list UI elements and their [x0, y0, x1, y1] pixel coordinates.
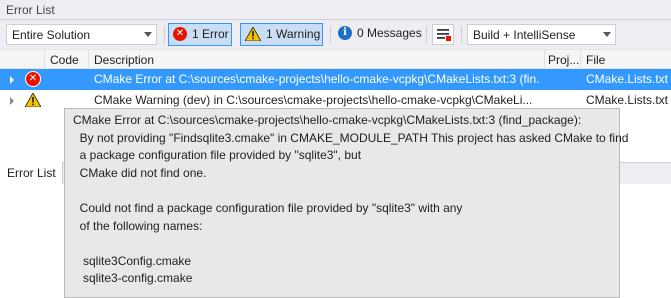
info-icon: i	[338, 26, 352, 40]
warning-icon	[24, 92, 42, 108]
error-icon: ✕	[173, 27, 187, 41]
row-description: CMake Warning (dev) in C:\sources\cmake-…	[94, 93, 533, 107]
description-tooltip: CMake Error at C:\sources\cmake-projects…	[64, 108, 629, 298]
row-severity	[24, 92, 42, 110]
chevron-down-icon	[603, 32, 611, 37]
tooltip-line: of the following names:	[73, 218, 203, 233]
column-header-project[interactable]: Proj...	[548, 53, 579, 67]
tooltip-line: Could not find a package configuration f…	[73, 200, 463, 215]
tooltip-line	[73, 182, 613, 200]
expand-arrow-icon[interactable]	[10, 97, 14, 105]
error-icon: ✕	[25, 71, 41, 87]
column-divider[interactable]	[44, 50, 45, 69]
scope-dropdown[interactable]: Entire Solution	[6, 24, 157, 45]
errors-filter-label: 1 Error	[192, 27, 229, 41]
column-header-code[interactable]: Code	[50, 53, 79, 67]
errors-filter-button[interactable]: ✕ 1 Error	[168, 23, 232, 46]
column-divider[interactable]	[544, 50, 545, 69]
expand-arrow-icon[interactable]	[10, 76, 14, 84]
table-row[interactable]: ✕ CMake Error at C:\sources\cmake-projec…	[0, 69, 671, 90]
warnings-filter-button[interactable]: 1 Warning	[240, 23, 323, 46]
tab-error-list[interactable]: Error List	[0, 162, 63, 184]
toolbar-separator	[164, 26, 165, 43]
row-severity: ✕	[25, 71, 41, 87]
source-dropdown-value: Build + IntelliSense	[473, 28, 576, 42]
column-header-file[interactable]: File	[586, 53, 605, 67]
toolbar: Entire Solution ✕ 1 Error 1 Warning i 0 …	[0, 20, 671, 49]
warnings-filter-label: 1 Warning	[266, 27, 321, 41]
panel-title-bar: Error List	[0, 0, 671, 20]
row-description: CMake Error at C:\sources\cmake-projects…	[94, 72, 540, 86]
tooltip-line	[73, 235, 613, 253]
filter-list-icon	[437, 29, 451, 41]
tooltip-line: sqlite3Config.cmake	[73, 253, 192, 268]
column-header-row: Code Description Proj... File	[0, 49, 671, 69]
warning-icon	[245, 27, 261, 41]
row-file: CMake.Lists.txt	[586, 93, 669, 107]
toolbar-separator	[330, 26, 331, 43]
filter-toggle-button[interactable]	[432, 24, 454, 45]
scope-dropdown-value: Entire Solution	[12, 28, 91, 42]
tooltip-line: a package configuration file provided by…	[73, 148, 362, 163]
toolbar-separator	[426, 26, 427, 43]
panel-title: Error List	[6, 3, 55, 17]
tooltip-line: CMake Error at C:\sources\cmake-projects…	[73, 113, 582, 127]
source-dropdown[interactable]: Build + IntelliSense	[467, 24, 616, 45]
column-divider[interactable]	[88, 50, 89, 69]
tooltip-line: CMake did not find one.	[73, 165, 207, 180]
messages-filter-button[interactable]: i 0 Messages	[336, 23, 426, 46]
row-file: CMake.Lists.txt	[586, 72, 669, 86]
tooltip-line: sqlite3-config.cmake	[73, 271, 193, 286]
toolbar-separator	[461, 26, 462, 43]
tooltip-line: By not providing "Findsqlite3.cmake" in …	[73, 130, 629, 145]
messages-filter-label: 0 Messages	[357, 26, 422, 40]
column-header-description[interactable]: Description	[94, 53, 154, 67]
chevron-down-icon	[144, 32, 152, 37]
column-divider[interactable]	[580, 50, 581, 69]
